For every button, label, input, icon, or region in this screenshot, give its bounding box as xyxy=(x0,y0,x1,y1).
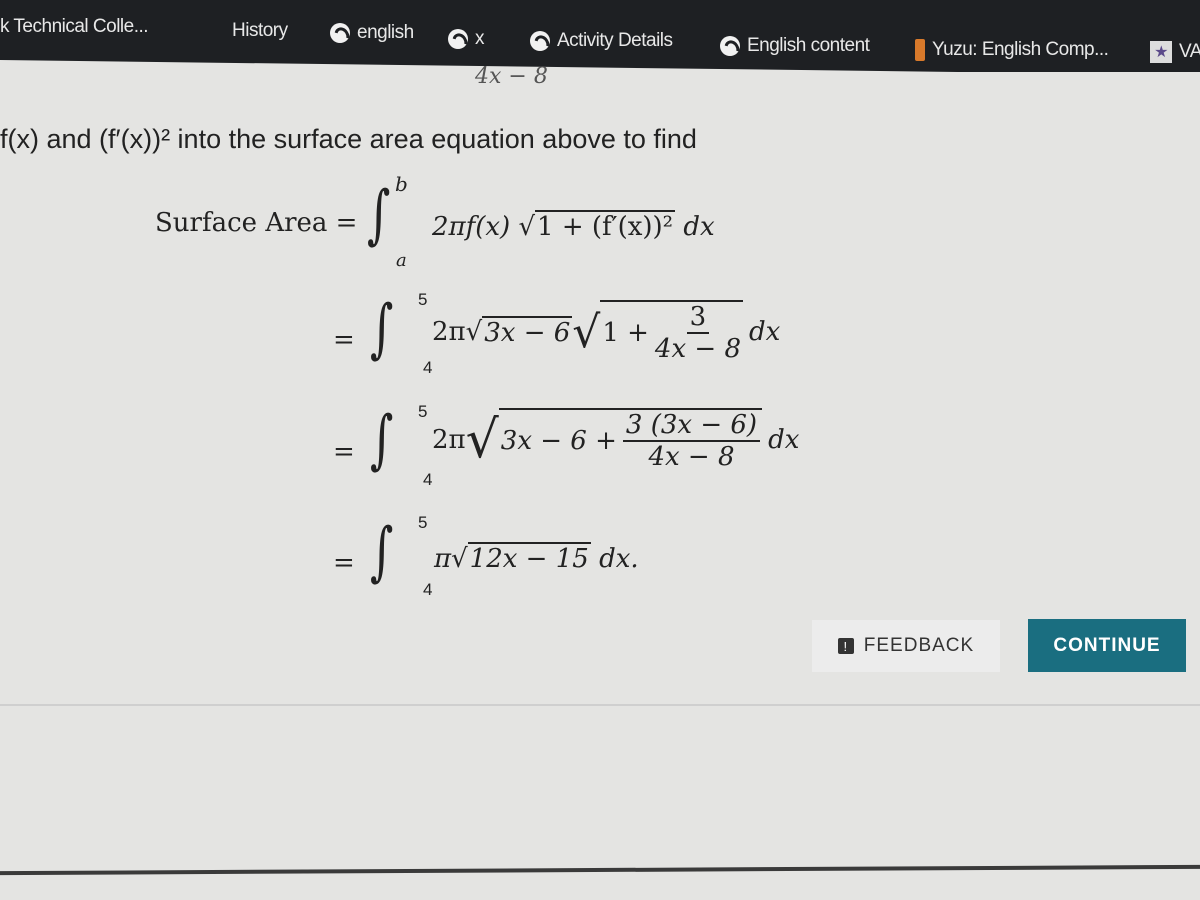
star-icon: ★ xyxy=(1150,41,1172,63)
integral-sign: ∫ xyxy=(367,178,391,252)
globe-icon xyxy=(720,36,740,56)
bookmark-label: English content xyxy=(747,35,870,56)
radicand-prefix: 3x − 6 + xyxy=(500,426,617,456)
bookmark-va[interactable]: ★ VA xyxy=(1150,41,1200,63)
globe-icon xyxy=(530,31,550,51)
fraction-numerator: 3 (3x − 6) xyxy=(622,410,761,442)
globe-icon xyxy=(330,23,350,43)
surface-area-label: Surface Area = xyxy=(155,208,358,238)
differential: dx. xyxy=(599,544,639,574)
equals-sign: = xyxy=(333,437,355,467)
divider xyxy=(0,704,1200,706)
bookmark-activity-details[interactable]: Activity Details xyxy=(530,30,673,52)
differential: dx xyxy=(768,425,800,455)
fraction-denominator: 4x − 8 xyxy=(654,334,741,364)
upper-limit: 5 xyxy=(418,513,428,532)
upper-limit: 5 xyxy=(418,402,428,421)
continue-button[interactable]: CONTINUE xyxy=(1028,619,1186,672)
radicand: 3x − 6 xyxy=(482,316,573,348)
bookmark-label: Activity Details xyxy=(557,30,673,51)
differential: dx xyxy=(683,212,715,242)
bookmark-label: english xyxy=(357,22,414,43)
bookmark-label: VA xyxy=(1179,41,1200,62)
radicand: 12x − 15 xyxy=(467,542,591,574)
fraction-denominator: 4x − 8 xyxy=(648,442,735,472)
bookmark-label: x xyxy=(475,28,485,49)
integral-sign: ∫ xyxy=(370,292,394,366)
lower-limit: a xyxy=(396,250,407,271)
lower-limit: 4 xyxy=(423,470,433,489)
upper-limit: 5 xyxy=(418,290,428,309)
lower-limit: 4 xyxy=(423,580,433,599)
radicand: 1 + (f′(x))² xyxy=(535,210,676,242)
bookmark-english-content[interactable]: English content xyxy=(720,35,870,57)
bookmark-yuzu[interactable]: Yuzu: English Comp... xyxy=(915,39,1109,61)
integral-sign: ∫ xyxy=(370,403,394,477)
intro-text: f(x) and (f′(x))² into the surface area … xyxy=(0,124,697,154)
upper-limit: b xyxy=(395,172,408,196)
bookmark-label: k Technical Colle... xyxy=(0,16,149,37)
partial-text: 4x − 8 xyxy=(475,64,548,89)
bookmark-technical-college[interactable]: k Technical Colle... xyxy=(0,16,149,38)
radicand-prefix: 1 + xyxy=(602,318,649,348)
equals-sign: = xyxy=(333,325,355,355)
differential: dx xyxy=(748,317,781,347)
yuzu-icon xyxy=(915,39,925,61)
screen-edge xyxy=(0,864,1200,876)
bookmark-label: Yuzu: English Comp... xyxy=(932,39,1109,60)
bookmark-history[interactable]: History xyxy=(232,20,288,42)
bookmark-label: History xyxy=(232,20,288,41)
integral-sign: ∫ xyxy=(370,515,394,589)
integrand-coef: 2π xyxy=(432,317,466,347)
equals-sign: = xyxy=(333,548,355,578)
feedback-icon: ! xyxy=(837,638,854,654)
globe-icon xyxy=(448,29,468,49)
integrand-coef: 2π xyxy=(432,425,466,455)
fraction-numerator: 3 xyxy=(686,302,710,334)
bookmark-x[interactable]: x xyxy=(448,28,485,50)
integrand-coef: π xyxy=(434,544,452,574)
integrand-coef: 2πf(x) xyxy=(432,212,511,242)
bookmark-english[interactable]: english xyxy=(330,22,414,44)
feedback-button[interactable]: ! FEEDBACK xyxy=(812,620,1000,672)
feedback-label: FEEDBACK xyxy=(863,635,975,656)
